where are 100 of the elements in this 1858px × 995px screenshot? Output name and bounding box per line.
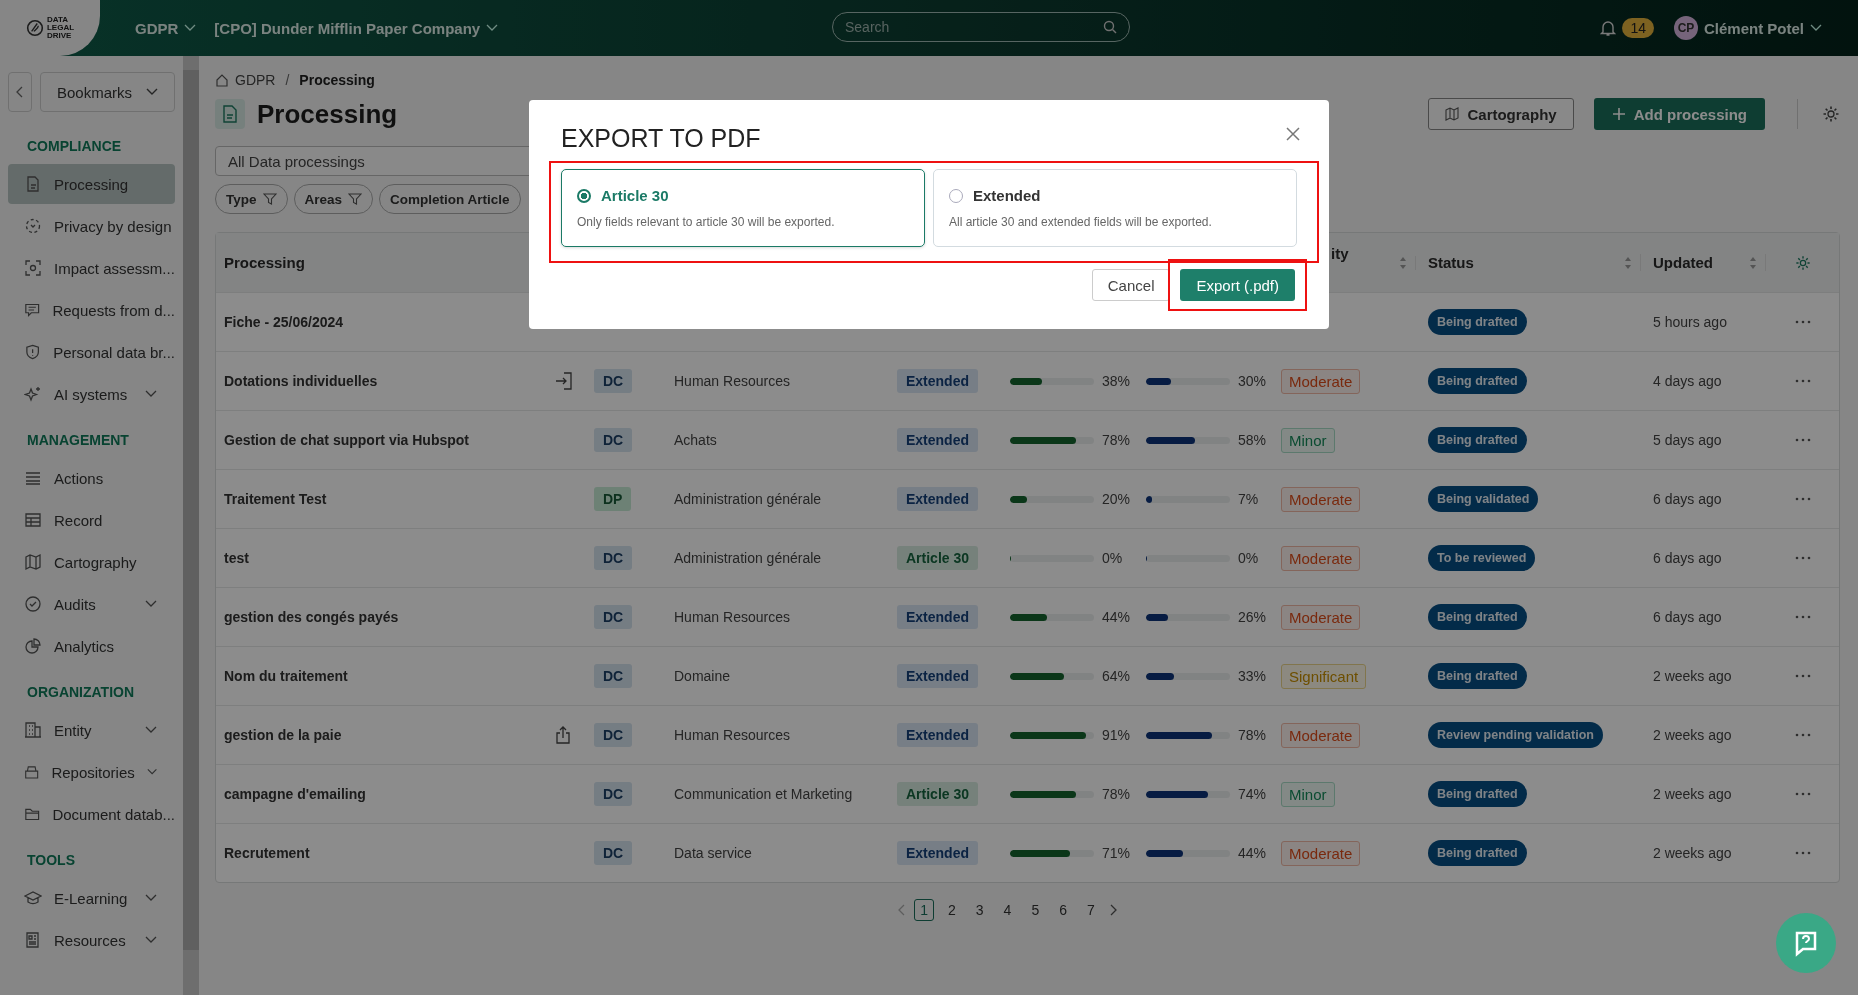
table-cell[interactable]: Recrutement [224,845,310,861]
close-icon[interactable] [1285,125,1301,142]
chevron-icon [145,894,157,902]
severity-tag: Minor [1281,427,1335,453]
home-icon[interactable] [215,73,229,87]
sidebar-item[interactable]: Analytics [8,626,175,666]
breadcrumb-link[interactable]: GDPR [235,72,276,88]
chevron-icon [145,726,157,734]
sidebar-item[interactable]: Actions [8,458,175,498]
news-icon [24,931,42,949]
table-cell[interactable]: gestion des congés payés [224,609,399,625]
sidebar-item[interactable]: Cartography [8,542,175,582]
column-header[interactable]: Status [1428,254,1474,271]
settings-icon[interactable] [1822,105,1840,123]
table-cell[interactable]: Fiche - 25/06/2024 [224,314,344,330]
sidebar-item[interactable]: Requests from d... [8,290,175,330]
chevron-icon [145,390,157,398]
column-header[interactable]: Processing [224,254,305,271]
type-tag: DC [594,605,633,629]
more-icon[interactable] [1794,615,1811,619]
scope-tag: Extended [897,428,978,452]
table-cell[interactable]: Gestion de chat support via Hubspot [224,432,470,448]
sidebar-item[interactable]: Audits [8,584,175,624]
percent-text: 30% [1238,373,1267,389]
filter-chip[interactable]: Areas [293,184,374,214]
sidebar-item[interactable]: Document datab... [8,794,175,834]
cancel-button[interactable]: Cancel [1091,269,1171,301]
table-cell[interactable]: campagne d'emailing [224,786,366,802]
bookmarks-dropdown[interactable]: Bookmarks [40,72,175,112]
column-header[interactable]: Updated [1653,254,1713,271]
table-cell[interactable]: Nom du traitement [224,668,348,684]
page-button[interactable]: 3 [969,899,990,921]
page-button[interactable]: 5 [1025,899,1046,921]
page-button[interactable]: 4 [997,899,1018,921]
sidebar-item[interactable]: Impact assessm... [8,248,175,288]
scrollbar[interactable] [183,56,199,995]
more-icon[interactable] [1794,792,1811,796]
sidebar-item[interactable]: Personal data br... [8,332,175,372]
search-field[interactable]: Search [832,12,1130,42]
settings-icon[interactable] [1794,254,1811,271]
scope-tag: Extended [897,664,978,688]
sidebar-item[interactable]: Repositories [8,752,175,792]
more-icon[interactable] [1794,556,1811,560]
more-icon[interactable] [1794,733,1811,737]
more-icon[interactable] [1794,674,1811,678]
page-button[interactable]: 6 [1053,899,1073,921]
filter-icon [262,192,277,206]
next-icon[interactable] [1108,904,1117,916]
more-icon[interactable] [1794,379,1811,383]
export-button[interactable]: Export (.pdf) [1180,269,1295,301]
enter-icon[interactable] [554,371,574,391]
more-icon[interactable] [1794,851,1811,855]
status-pill: Being validated [1428,486,1539,512]
more-icon[interactable] [1794,438,1811,442]
type-tag: DC [594,546,633,570]
filter-chip[interactable]: Completion Article [379,184,521,214]
scope-tag: Article 30 [897,782,979,806]
company-dropdown[interactable]: [CPO] Dunder Mifflin Paper Company [214,19,499,37]
percent-text: 0% [1102,550,1123,566]
cartography-button[interactable]: Cartography [1428,98,1574,130]
shield-icon [24,343,42,361]
section-heading: TOOLS [26,851,76,870]
share-icon[interactable] [554,725,572,745]
table-cell[interactable]: Traitement Test [224,491,327,507]
table-cell[interactable]: gestion de la paie [224,727,342,743]
percent-text: 0% [1238,550,1259,566]
export-option[interactable]: Article 30 Only fields relevant to article 30 will be exported. [561,169,925,247]
table-cell: Human Resources [674,609,790,625]
sidebar-item[interactable]: E-Learning [8,878,175,918]
table-cell[interactable]: Dotations individuelles [224,373,378,389]
sidebar-item[interactable]: Processing [8,164,175,204]
more-icon[interactable] [1794,320,1811,324]
filter-chip[interactable]: Type [215,184,288,214]
page-button[interactable]: 2 [942,899,962,921]
sidebar-item[interactable]: Entity [8,710,175,750]
sidebar-item[interactable]: AI systems [8,374,175,414]
table-cell: 2 weeks ago [1653,845,1732,861]
avatar[interactable]: CP [1673,16,1698,40]
percent-text: 78% [1102,432,1131,448]
sidebar-item[interactable]: Resources [8,920,175,960]
page-button[interactable]: 1 [914,899,934,921]
export-option[interactable]: Extended All article 30 and extended fields will be exported. [933,169,1297,247]
option-label: Extended [973,187,1041,204]
bell-icon[interactable] [1600,19,1617,37]
help-button[interactable] [1776,913,1836,973]
chevron-icon [146,768,157,776]
more-icon[interactable] [1794,497,1811,501]
module-dropdown[interactable]: GDPR [135,19,197,37]
type-tag: DP [594,487,632,511]
chevron-icon [145,600,157,608]
percent-text: 64% [1102,668,1131,684]
sidebar-item[interactable]: Record [8,500,175,540]
type-tag: DC [594,723,633,747]
caret-icon [146,88,158,96]
sidebar-item[interactable]: Privacy by design [8,206,175,246]
user-menu[interactable]: Clément Potel [1703,19,1822,37]
table-cell[interactable]: test [224,550,249,566]
page-button[interactable]: 7 [1081,899,1101,921]
radio-button[interactable] [577,188,591,203]
add-processing-button[interactable]: Add processing [1593,98,1765,130]
